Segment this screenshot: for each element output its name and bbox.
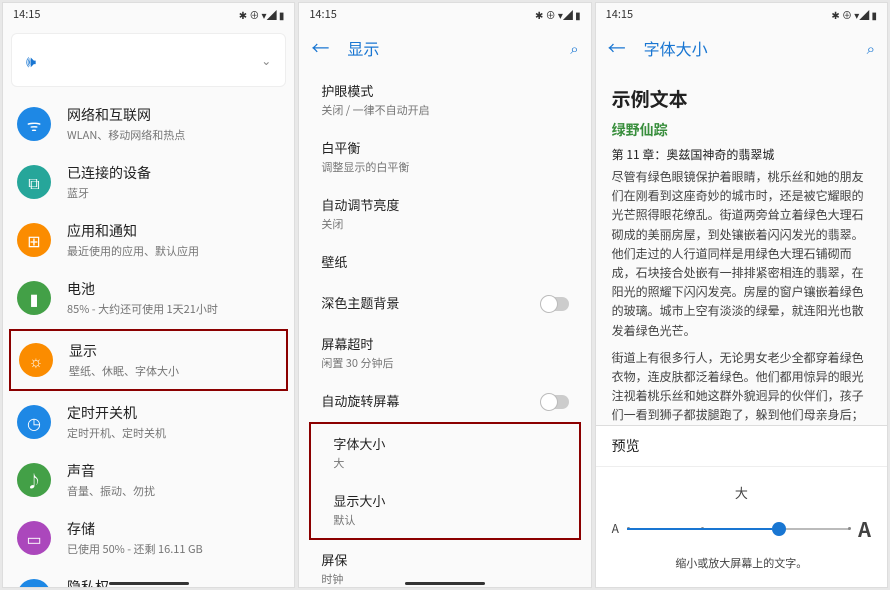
item-connected[interactable]: ⧉已连接的设备蓝牙 [3, 153, 294, 211]
apps-icon: ⊞ [17, 223, 51, 257]
app-bar: ← 显示 ⌕ [299, 25, 590, 71]
storage-icon: ▭ [17, 521, 51, 555]
item-battery[interactable]: ▮电池85% - 大约还可使用 1天21小时 [3, 269, 294, 327]
item-apps[interactable]: ⊞应用和通知最近使用的应用、默认应用 [3, 211, 294, 269]
size-slider-row: A A [612, 514, 871, 543]
devices-icon: ⧉ [17, 165, 51, 199]
highlight-display: ☼显示壁纸、休眠、字体大小 [9, 329, 288, 391]
wallpaper[interactable]: 壁纸 [299, 242, 590, 283]
item-display[interactable]: ☼显示壁纸、休眠、字体大小 [19, 337, 278, 383]
font-size[interactable]: 字体大小大 [311, 424, 578, 481]
back-icon[interactable]: ← [311, 35, 329, 61]
status-icons: ✱ ⊕ ▾◢ ▮ [535, 7, 581, 22]
item-schedule-power[interactable]: ◷定时开关机定时开机、定时关机 [3, 393, 294, 451]
status-bar: 14:15 ✱ ⊕ ▾◢ ▮ [299, 3, 590, 25]
search-icon[interactable]: ⌕ [570, 38, 578, 59]
preview-label: 预览 [596, 426, 887, 467]
page-title: 字体大小 [644, 36, 849, 60]
big-a-icon: A [858, 514, 871, 543]
status-bar: 14:15 ✱ ⊕ ▾◢ ▮ [596, 3, 887, 25]
status-bar: 14:15 ✱ ⊕ ▾◢ ▮ [3, 3, 294, 25]
chevron-down-icon: ⌄ [261, 52, 271, 69]
slider-description: 缩小或放大屏幕上的文字。 [612, 555, 871, 571]
back-icon[interactable]: ← [608, 35, 626, 61]
display-size[interactable]: 显示大小默认 [311, 481, 578, 538]
wifi-icon: ᯤ [17, 107, 51, 141]
font-size-screen: 14:15 ✱ ⊕ ▾◢ ▮ ← 字体大小 ⌕ 示例文本 绿野仙踪 第 11 章… [595, 2, 888, 588]
size-slider[interactable] [627, 528, 850, 530]
auto-rotate[interactable]: 自动旋转屏幕 [299, 381, 590, 422]
item-storage[interactable]: ▭存储已使用 50% - 还剩 16.11 GB [3, 509, 294, 567]
chapter: 第 11 章：奥兹国神奇的翡翠城 [612, 146, 871, 163]
sound-icon: ♪ [17, 463, 51, 497]
preview-panel: 预览 大 A A 缩小或放大屏幕上的文字。 [596, 425, 887, 587]
book-title: 绿野仙踪 [612, 120, 871, 140]
paragraph-1: 尽管有绿色眼镜保护着眼睛，桃乐丝和她的朋友们在刚看到这座奇妙的城市时，还是被它耀… [612, 167, 871, 340]
status-icons: ✱ ⊕ ▾◢ ▮ [239, 7, 285, 22]
night-mode[interactable]: 护眼模式关闭 / 一律不自动开启 [299, 71, 590, 128]
display-list: 护眼模式关闭 / 一律不自动开启 白平衡调整显示的白平衡 自动调节亮度关闭 壁纸… [299, 71, 590, 588]
clock: 14:15 [606, 6, 633, 22]
small-a-icon: A [612, 520, 619, 537]
status-icons: ✱ ⊕ ▾◢ ▮ [831, 7, 877, 22]
dark-theme[interactable]: 深色主题背景 [299, 283, 590, 324]
settings-main-screen: 14:15 ✱ ⊕ ▾◢ ▮ 🕪 ⌄ ᯤ网络和互联网WLAN、移动网络和热点 ⧉… [2, 2, 295, 588]
highlight-font-size: 字体大小大 显示大小默认 [309, 422, 580, 540]
clock-icon: ◷ [17, 405, 51, 439]
item-sound[interactable]: ♪声音音量、振动、勿扰 [3, 451, 294, 509]
settings-list: ᯤ网络和互联网WLAN、移动网络和热点 ⧉已连接的设备蓝牙 ⊞应用和通知最近使用… [3, 95, 294, 588]
display-settings-screen: 14:15 ✱ ⊕ ▾◢ ▮ ← 显示 ⌕ 护眼模式关闭 / 一律不自动开启 白… [298, 2, 591, 588]
display-icon: ☼ [19, 343, 53, 377]
toggle-switch[interactable] [541, 297, 569, 311]
clock: 14:15 [309, 6, 336, 22]
nav-bar[interactable] [3, 579, 294, 587]
app-bar: ← 字体大小 ⌕ [596, 25, 887, 71]
current-size: 大 [612, 483, 871, 502]
sound-output-card[interactable]: 🕪 ⌄ [11, 33, 286, 87]
sample-title: 示例文本 [612, 85, 871, 112]
toggle-switch[interactable] [541, 395, 569, 409]
clock: 14:15 [13, 6, 40, 22]
slider-thumb[interactable] [772, 522, 786, 536]
auto-brightness[interactable]: 自动调节亮度关闭 [299, 185, 590, 242]
screen-timeout[interactable]: 屏幕超时闲置 30 分钟后 [299, 324, 590, 381]
speaker-icon: 🕪 [26, 48, 36, 72]
battery-icon: ▮ [17, 281, 51, 315]
white-balance[interactable]: 白平衡调整显示的白平衡 [299, 128, 590, 185]
page-title: 显示 [347, 36, 552, 60]
item-network[interactable]: ᯤ网络和互联网WLAN、移动网络和热点 [3, 95, 294, 153]
search-icon[interactable]: ⌕ [867, 38, 875, 59]
nav-bar[interactable] [299, 579, 590, 587]
